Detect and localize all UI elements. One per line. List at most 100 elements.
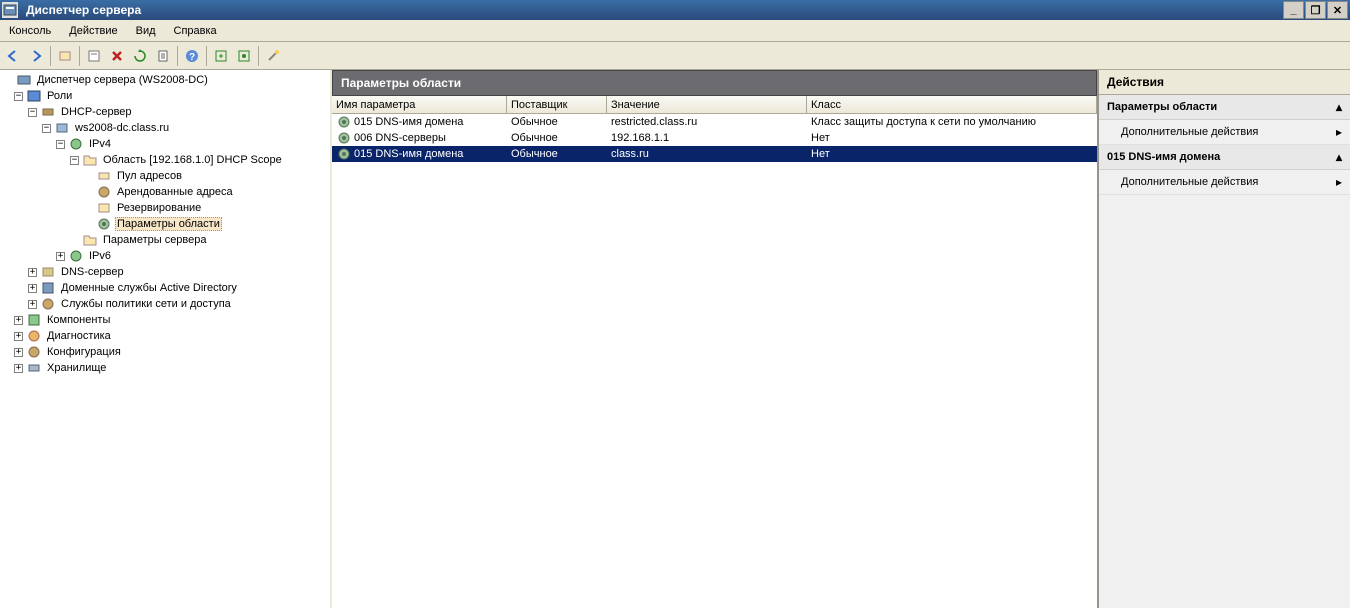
restore-button[interactable]: ❐ [1305, 1, 1326, 19]
collapse-icon[interactable]: − [56, 140, 65, 149]
action-group-scope[interactable]: Параметры области ▴ [1099, 95, 1350, 120]
tree-config[interactable]: + Конфигурация [0, 344, 330, 360]
pool-icon [96, 168, 112, 184]
tree-scope[interactable]: − Область [192.168.1.0] DHCP Scope [0, 152, 330, 168]
folder-icon [82, 152, 98, 168]
collapse-icon[interactable]: − [14, 92, 23, 101]
tree-leases[interactable]: Арендованные адреса [0, 184, 330, 200]
option-icon [336, 146, 352, 162]
tree-host[interactable]: − ws2008-dc.class.ru [0, 120, 330, 136]
help-button[interactable]: ? [181, 45, 203, 67]
forward-button[interactable] [25, 45, 47, 67]
col-class[interactable]: Класс [807, 96, 1097, 113]
option-icon [336, 130, 352, 146]
table-row[interactable]: 006 DNS-серверыОбычное192.168.1.1Нет [332, 130, 1097, 146]
content-pane: Параметры области Имя параметра Поставщи… [332, 70, 1097, 608]
col-name[interactable]: Имя параметра [332, 96, 507, 113]
ipv4-icon [68, 136, 84, 152]
tree-dhcp-label: DHCP-сервер [59, 105, 134, 119]
expand-icon[interactable]: + [28, 268, 37, 277]
tree-adds[interactable]: + Доменные службы Active Directory [0, 280, 330, 296]
tree-root[interactable]: Диспетчер сервера (WS2008-DC) [0, 72, 330, 88]
menu-view[interactable]: Вид [127, 20, 165, 41]
tree-config-label: Конфигурация [45, 345, 123, 359]
tree-dhcp[interactable]: − DHCP-сервер [0, 104, 330, 120]
tree-pool[interactable]: Пул адресов [0, 168, 330, 184]
col-vendor[interactable]: Поставщик [507, 96, 607, 113]
cell-name: 006 DNS-серверы [332, 130, 507, 146]
table-row[interactable]: 015 DNS-имя доменаОбычноеrestricted.clas… [332, 114, 1097, 130]
cell-name: 015 DNS-имя домена [332, 146, 507, 162]
properties-button[interactable] [83, 45, 105, 67]
action1-button[interactable] [210, 45, 232, 67]
wizard-button[interactable] [262, 45, 284, 67]
collapse-icon[interactable]: − [28, 108, 37, 117]
table-header: Имя параметра Поставщик Значение Класс [332, 96, 1097, 114]
storage-icon [26, 360, 42, 376]
cell-class: Нет [807, 148, 1097, 160]
back-button[interactable] [2, 45, 24, 67]
cell-name: 015 DNS-имя домена [332, 114, 507, 130]
cell-vendor: Обычное [507, 132, 607, 144]
expand-icon[interactable]: + [28, 300, 37, 309]
options-icon [96, 216, 112, 232]
cell-value: 192.168.1.1 [607, 132, 807, 144]
expand-icon[interactable]: + [14, 348, 23, 357]
action-group-option-label: 015 DNS-имя домена [1107, 151, 1220, 163]
delete-button[interactable] [106, 45, 128, 67]
tree-reservations[interactable]: Резервирование [0, 200, 330, 216]
tree-ipv6-label: IPv6 [87, 249, 113, 263]
refresh-button[interactable] [129, 45, 151, 67]
table-row[interactable]: 015 DNS-имя доменаОбычноеclass.ruНет [332, 146, 1097, 162]
col-value[interactable]: Значение [607, 96, 807, 113]
diagnostics-icon [26, 328, 42, 344]
tree-host-label: ws2008-dc.class.ru [73, 121, 171, 135]
action2-button[interactable] [233, 45, 255, 67]
export-button[interactable] [152, 45, 174, 67]
action-more-1[interactable]: Дополнительные действия ▸ [1099, 120, 1350, 145]
expand-icon[interactable]: + [56, 252, 65, 261]
tree-storage[interactable]: + Хранилище [0, 360, 330, 376]
expand-icon[interactable]: + [14, 332, 23, 341]
action-more-2[interactable]: Дополнительные действия ▸ [1099, 170, 1350, 195]
action-group-scope-label: Параметры области [1107, 101, 1217, 113]
menu-action[interactable]: Действие [60, 20, 126, 41]
collapse-icon[interactable]: − [42, 124, 51, 133]
folder-icon [82, 232, 98, 248]
dns-icon [40, 264, 56, 280]
tree-dns[interactable]: + DNS-сервер [0, 264, 330, 280]
cell-value: restricted.class.ru [607, 116, 807, 128]
menu-console[interactable]: Консоль [0, 20, 60, 41]
roles-icon [26, 88, 42, 104]
expand-icon[interactable]: + [14, 364, 23, 373]
minimize-button[interactable]: _ [1283, 1, 1304, 19]
expand-icon[interactable]: + [14, 316, 23, 325]
adds-icon [40, 280, 56, 296]
tree-ipv4-label: IPv4 [87, 137, 113, 151]
cell-class: Нет [807, 132, 1097, 144]
main-area: Диспетчер сервера (WS2008-DC) − Роли − D… [0, 70, 1350, 608]
tree-components[interactable]: + Компоненты [0, 312, 330, 328]
collapse-icon[interactable]: − [70, 156, 79, 165]
tree-diagnostics[interactable]: + Диагностика [0, 328, 330, 344]
expand-icon[interactable]: + [28, 284, 37, 293]
tree-diagnostics-label: Диагностика [45, 329, 113, 343]
config-icon [26, 344, 42, 360]
tree-reservations-label: Резервирование [115, 201, 203, 215]
cell-vendor: Обычное [507, 148, 607, 160]
tree-ipv6[interactable]: + IPv6 [0, 248, 330, 264]
tree-pane[interactable]: Диспетчер сервера (WS2008-DC) − Роли − D… [0, 70, 332, 608]
tree-npas[interactable]: + Службы политики сети и доступа [0, 296, 330, 312]
up-button[interactable] [54, 45, 76, 67]
tree-roles[interactable]: − Роли [0, 88, 330, 104]
svg-text:?: ? [189, 52, 195, 63]
action-group-option[interactable]: 015 DNS-имя домена ▴ [1099, 145, 1350, 170]
close-button[interactable]: ✕ [1327, 1, 1348, 19]
menu-help[interactable]: Справка [165, 20, 226, 41]
tree-leases-label: Арендованные адреса [115, 185, 235, 199]
menu-bar: Консоль Действие Вид Справка [0, 20, 1350, 42]
tree-ipv4[interactable]: − IPv4 [0, 136, 330, 152]
tree-server-options[interactable]: Параметры сервера [0, 232, 330, 248]
tree-root-label: Диспетчер сервера (WS2008-DC) [35, 73, 210, 87]
tree-scope-options[interactable]: Параметры области [0, 216, 330, 232]
